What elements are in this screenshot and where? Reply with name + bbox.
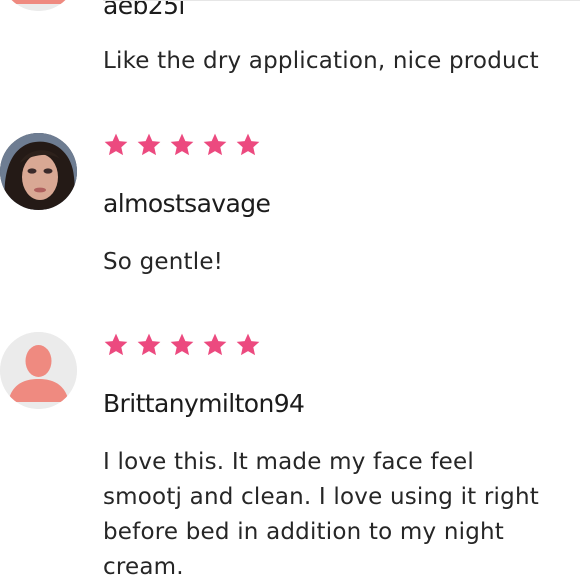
review-item: almostsavage So gentle! bbox=[0, 100, 580, 320]
star-icon bbox=[202, 132, 228, 158]
avatar[interactable] bbox=[0, 332, 77, 409]
star-icon bbox=[136, 332, 162, 358]
review-comment: Like the dry application, nice product bbox=[103, 48, 539, 74]
review-item: Brittanymilton94 I love this. It made my… bbox=[0, 300, 580, 580]
divider bbox=[103, 0, 580, 1]
username[interactable]: almostsavage bbox=[103, 189, 271, 218]
review-item: aeb25l Like the dry application, nice pr… bbox=[0, 0, 580, 100]
star-rating bbox=[103, 332, 261, 358]
star-icon bbox=[103, 132, 129, 158]
username[interactable]: aeb25l bbox=[103, 0, 185, 20]
star-icon bbox=[169, 332, 195, 358]
star-icon bbox=[235, 132, 261, 158]
star-icon bbox=[169, 132, 195, 158]
review-comment: So gentle! bbox=[103, 249, 224, 275]
star-rating bbox=[103, 132, 261, 158]
avatar[interactable] bbox=[0, 133, 77, 210]
review-comment: I love this. It made my face feel smootj… bbox=[103, 449, 539, 580]
user-photo bbox=[0, 133, 77, 210]
person-silhouette-icon bbox=[8, 0, 69, 11]
username[interactable]: Brittanymilton94 bbox=[103, 389, 305, 418]
star-icon bbox=[103, 332, 129, 358]
avatar[interactable] bbox=[0, 0, 77, 11]
person-silhouette-icon bbox=[0, 332, 77, 409]
star-icon bbox=[136, 132, 162, 158]
star-icon bbox=[235, 332, 261, 358]
star-icon bbox=[202, 332, 228, 358]
